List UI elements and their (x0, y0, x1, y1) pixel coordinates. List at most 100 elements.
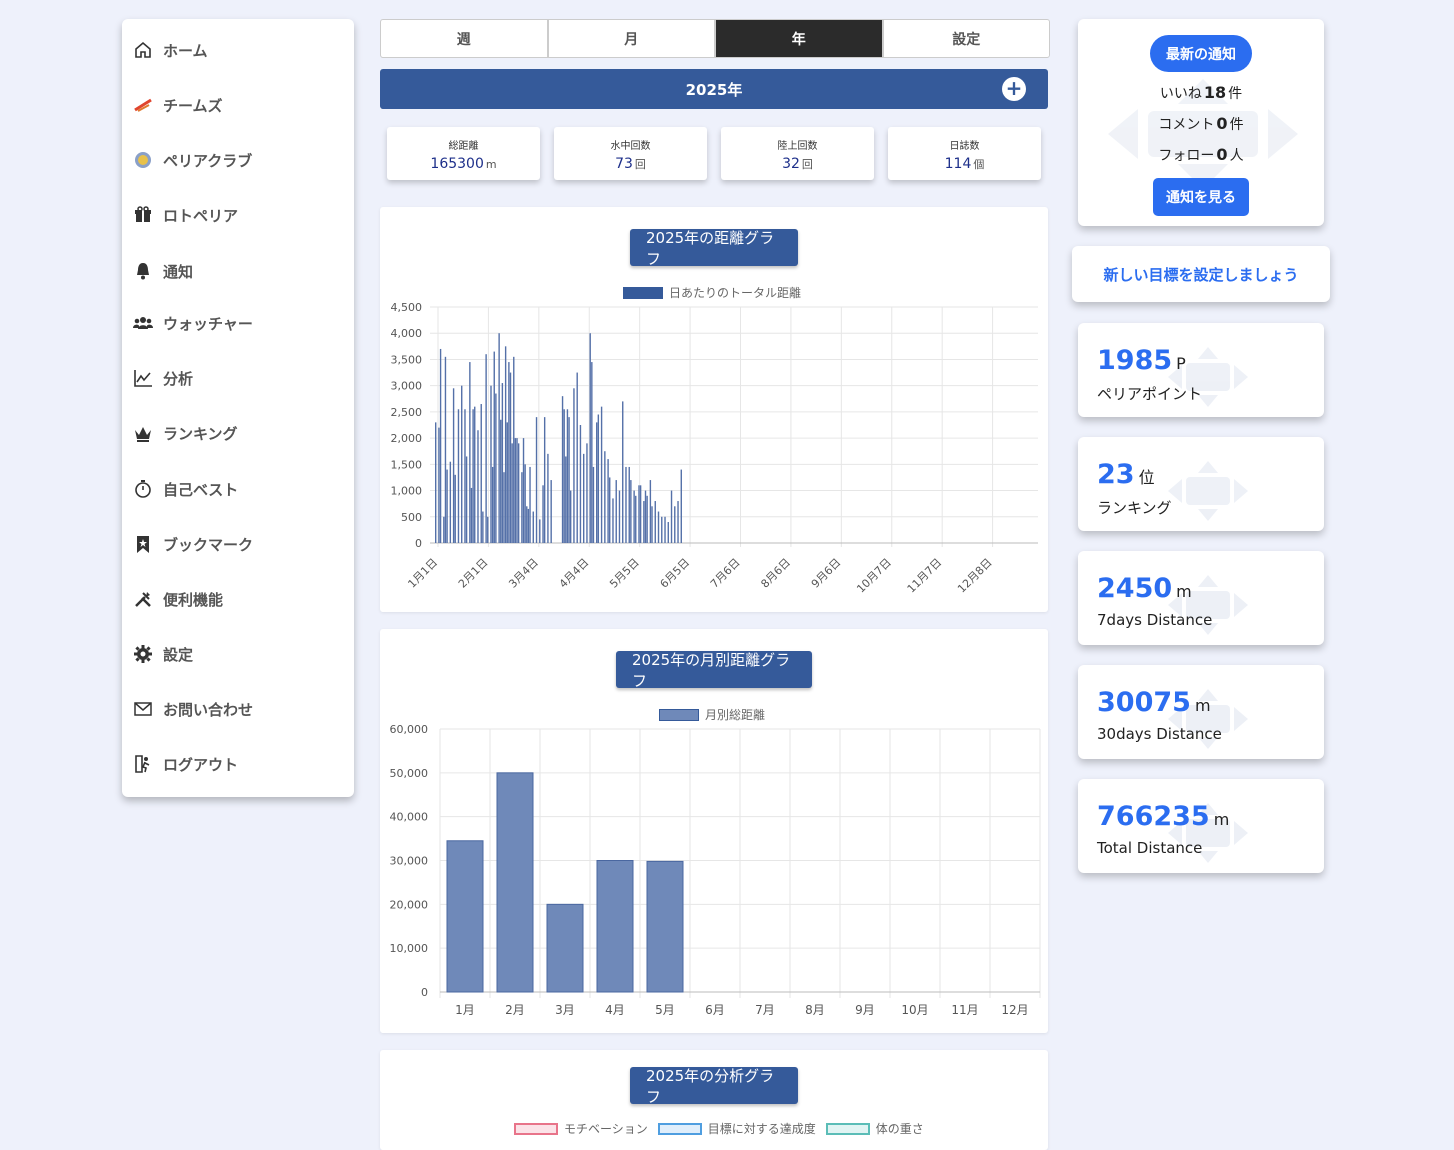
metric-value: 1985 P (1097, 345, 1186, 376)
monthly-distance-chart[interactable]: 0 10,000 20,000 30,000 40,000 50,000 60,000 1月 2… (380, 629, 1048, 1033)
x-tick-label: 10月7日 (854, 556, 894, 596)
tab-settings[interactable]: 設定 (883, 20, 1049, 57)
daily-bar (535, 417, 538, 543)
daily-bar (600, 406, 603, 543)
tab-year[interactable]: 年 (716, 20, 882, 57)
y-tick-label: 3,500 (391, 353, 423, 366)
users-icon (132, 312, 154, 334)
sidebar-item-gear[interactable]: 設定 (132, 639, 193, 669)
daily-bar (609, 477, 611, 543)
daily-bar (625, 466, 627, 543)
x-tick-label: 2月1日 (456, 556, 491, 591)
notification-card: 最新の通知 いいね 18 件 コメント 0 件 フォロー 0 人 通知を見る (1078, 19, 1324, 226)
stat-journal-count: 日誌数 114 個 (888, 127, 1041, 180)
daily-bar (517, 443, 520, 543)
sidebar-item-label: ホーム (163, 41, 208, 60)
daily-bar (503, 472, 505, 543)
daily-distance-chart[interactable]: 0 500 1,000 1,500 2,000 2,500 3,000 3,500 4,000 4… (380, 207, 1048, 612)
daily-bar (664, 516, 666, 543)
daily-bar (597, 414, 600, 543)
year-title: 2025年 (685, 80, 743, 99)
daily-bar (543, 417, 546, 543)
daily-bar (509, 372, 512, 543)
x-tick-label: 11月 (951, 1003, 978, 1017)
set-goal-banner[interactable]: 新しい目標を設定しましょう (1072, 246, 1330, 302)
sidebar-item-label: チームズ (163, 96, 223, 115)
x-tick-label: 7月6日 (708, 556, 743, 591)
daily-bar (514, 438, 517, 543)
sidebar-item-label: 分析 (163, 369, 194, 388)
metric-value: 30075 m (1097, 687, 1211, 718)
analysis-chart-legend[interactable]: モチベーション 目標に対する達成度 体の重さ (514, 1120, 924, 1137)
sidebar-item-stopwatch[interactable]: 自己ベスト (132, 474, 238, 504)
month-bar (596, 860, 634, 993)
x-tick-label: 9月6日 (809, 556, 844, 591)
sidebar-item-mail[interactable]: お問い合わせ (132, 694, 253, 724)
stopwatch-icon (132, 478, 154, 500)
sidebar-item-label: ペリアクラブ (163, 151, 253, 170)
metric-value: 766235 m (1097, 801, 1230, 832)
sidebar-item-teams-logo[interactable]: チームズ (132, 90, 223, 120)
metric-label: 7days Distance (1097, 611, 1213, 629)
sidebar-item-gift[interactable]: ロトペリア (132, 200, 238, 230)
daily-bar (506, 422, 508, 543)
daily-bar (547, 453, 549, 543)
daily-bar (630, 480, 632, 543)
daily-bar (443, 516, 445, 543)
tab-month[interactable]: 月 (548, 20, 714, 57)
tools-icon (132, 588, 154, 610)
sidebar-item-label: 便利機能 (163, 590, 224, 609)
x-tick-label: 7月 (755, 1003, 775, 1017)
sidebar-item-club-badge[interactable]: ペリアクラブ (132, 145, 252, 175)
daily-bar (508, 362, 510, 543)
daily-bar (439, 348, 442, 543)
add-button[interactable]: + (1002, 77, 1026, 101)
stat-label: 日誌数 (949, 141, 980, 152)
analysis-card: 2025年の分析グラフ モチベーション 目標に対する達成度 体の重さ (380, 1050, 1048, 1150)
sidebar-item-logout[interactable]: ログアウト (132, 749, 238, 779)
daily-bar (446, 469, 448, 543)
sidebar-item-users[interactable]: ウォッチャー (132, 308, 253, 338)
daily-bar (651, 506, 653, 543)
daily-bar (524, 464, 526, 543)
y-tick-label: 1,500 (391, 458, 423, 471)
tab-week[interactable]: 週 (381, 20, 547, 57)
sidebar-item-line-chart[interactable]: 分析 (132, 363, 193, 393)
daily-bar (639, 485, 642, 543)
y-tick-label: 1,000 (391, 485, 423, 498)
sidebar-item-bookmark[interactable]: ブックマーク (132, 529, 253, 559)
daily-bar (493, 351, 495, 543)
sidebar-item-bell[interactable]: 通知 (132, 256, 193, 286)
analysis-chart-title[interactable]: 2025年の分析グラフ (630, 1067, 798, 1106)
daily-bar (667, 522, 669, 543)
sidebar-item-label: お問い合わせ (163, 700, 254, 719)
metric-card-30days-distance: 30075 m 30days Distance (1078, 665, 1324, 759)
daily-bar (444, 356, 447, 543)
daily-bar (677, 501, 679, 543)
daily-bar (527, 508, 530, 543)
comments-count: コメント 0 件 (1158, 114, 1244, 133)
sidebar-item-label: 通知 (163, 262, 194, 281)
sidebar-item-tools[interactable]: 便利機能 (132, 584, 223, 614)
y-tick-label: 30,000 (390, 855, 429, 868)
view-notifications-button[interactable]: 通知を見る (1153, 178, 1249, 216)
x-tick-label: 6月 (705, 1003, 725, 1017)
daily-bar (465, 456, 468, 543)
sidebar-item-home[interactable]: ホーム (132, 35, 208, 65)
y-tick-label: 60,000 (390, 723, 429, 736)
sidebar-item-crown[interactable]: ランキング (132, 418, 238, 448)
daily-bar (633, 490, 635, 543)
daily-bar (480, 404, 482, 543)
daily-bar (435, 422, 437, 543)
daily-bar (615, 480, 617, 543)
sidebar-item-label: ウォッチャー (163, 314, 253, 333)
month-bar (546, 903, 584, 993)
stat-label: 陸上回数 (777, 141, 818, 152)
latest-notification-button[interactable]: 最新の通知 (1150, 35, 1252, 72)
x-tick-label: 12月8日 (955, 556, 995, 596)
x-tick-label: 9月 (855, 1003, 875, 1017)
legend-label: 体の重さ (875, 1122, 924, 1136)
daily-bar (622, 401, 624, 543)
daily-bar (461, 385, 463, 543)
y-tick-label: 20,000 (390, 898, 429, 911)
